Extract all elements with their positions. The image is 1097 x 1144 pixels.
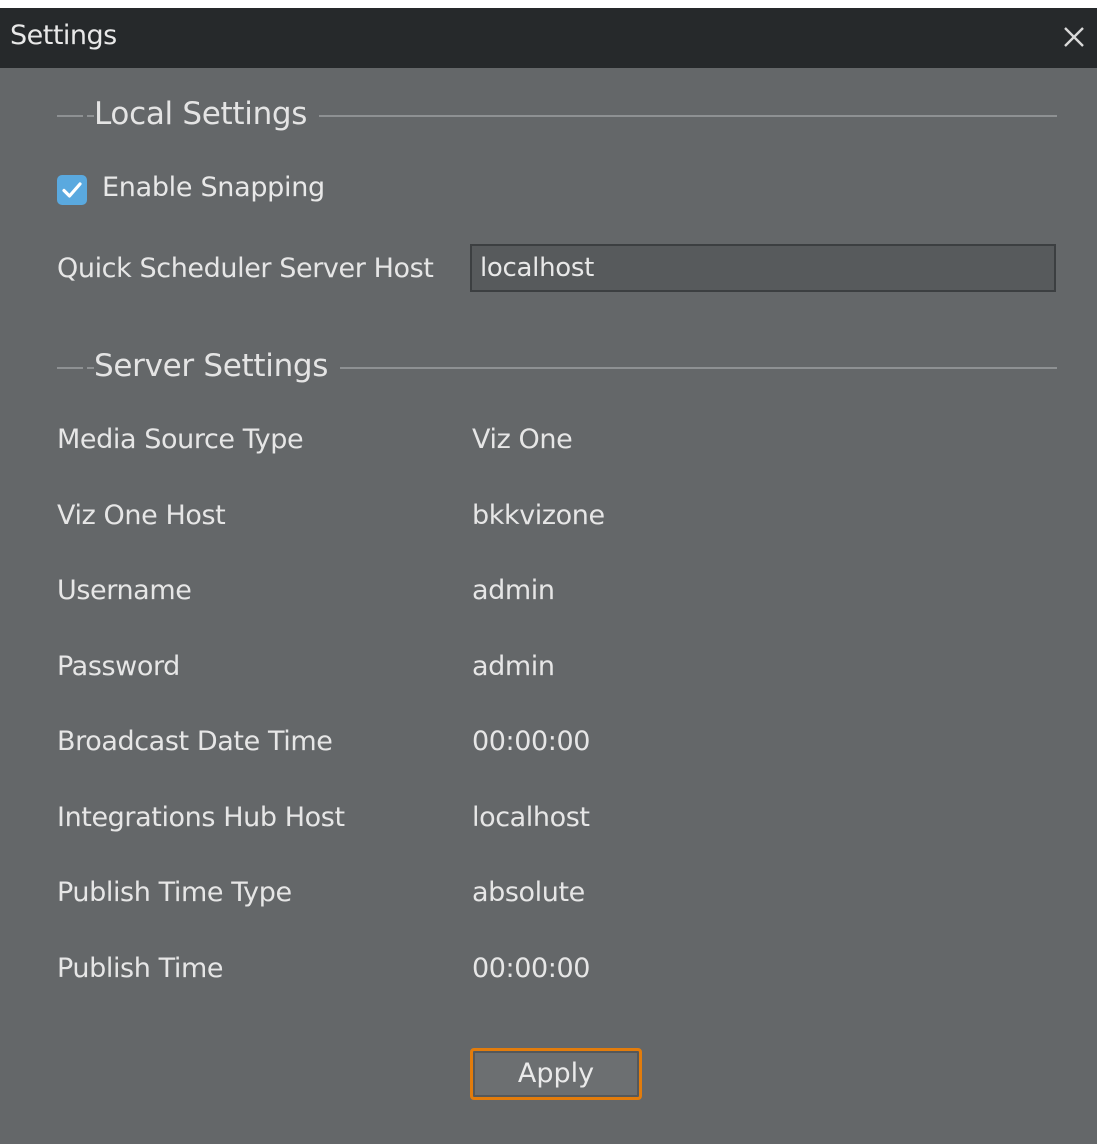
publish-time-type-label: Publish Time Type: [57, 877, 292, 908]
local-settings-header: Local Settings: [57, 96, 1057, 136]
integrations-hub-host-label: Integrations Hub Host: [57, 802, 345, 833]
close-icon: [1064, 27, 1084, 47]
close-button[interactable]: [1059, 22, 1089, 52]
divider: [57, 367, 83, 369]
quick-scheduler-server-host-input[interactable]: [470, 244, 1056, 292]
publish-time-label: Publish Time: [57, 953, 224, 984]
quick-scheduler-server-host-label: Quick Scheduler Server Host: [57, 253, 434, 284]
settings-dialog: Settings Local Settings Enable Snapping …: [0, 0, 1097, 1144]
checkmark-icon: [62, 182, 82, 198]
server-settings-header: Server Settings: [57, 348, 1057, 388]
username-value: admin: [472, 575, 555, 606]
title-bar: Settings: [0, 0, 1097, 68]
broadcast-date-time-label: Broadcast Date Time: [57, 726, 333, 757]
publish-time-type-value: absolute: [472, 877, 585, 908]
viz-one-host-value: bkkvizone: [472, 500, 605, 531]
section-title: Local Settings: [94, 96, 320, 132]
password-value: admin: [472, 651, 555, 682]
integrations-hub-host-value: localhost: [472, 802, 590, 833]
username-label: Username: [57, 575, 192, 606]
apply-button[interactable]: Apply: [470, 1048, 642, 1100]
enable-snapping-label: Enable Snapping: [102, 172, 325, 203]
media-source-type-value: Viz One: [472, 424, 573, 455]
viz-one-host-label: Viz One Host: [57, 500, 226, 531]
divider: [57, 115, 83, 117]
password-label: Password: [57, 651, 180, 682]
media-source-type-label: Media Source Type: [57, 424, 304, 455]
publish-time-value: 00:00:00: [472, 953, 591, 984]
section-title: Server Settings: [94, 348, 341, 384]
checkbox-box[interactable]: [57, 175, 87, 205]
broadcast-date-time-value: 00:00:00: [472, 726, 591, 757]
dialog-title: Settings: [10, 20, 117, 51]
